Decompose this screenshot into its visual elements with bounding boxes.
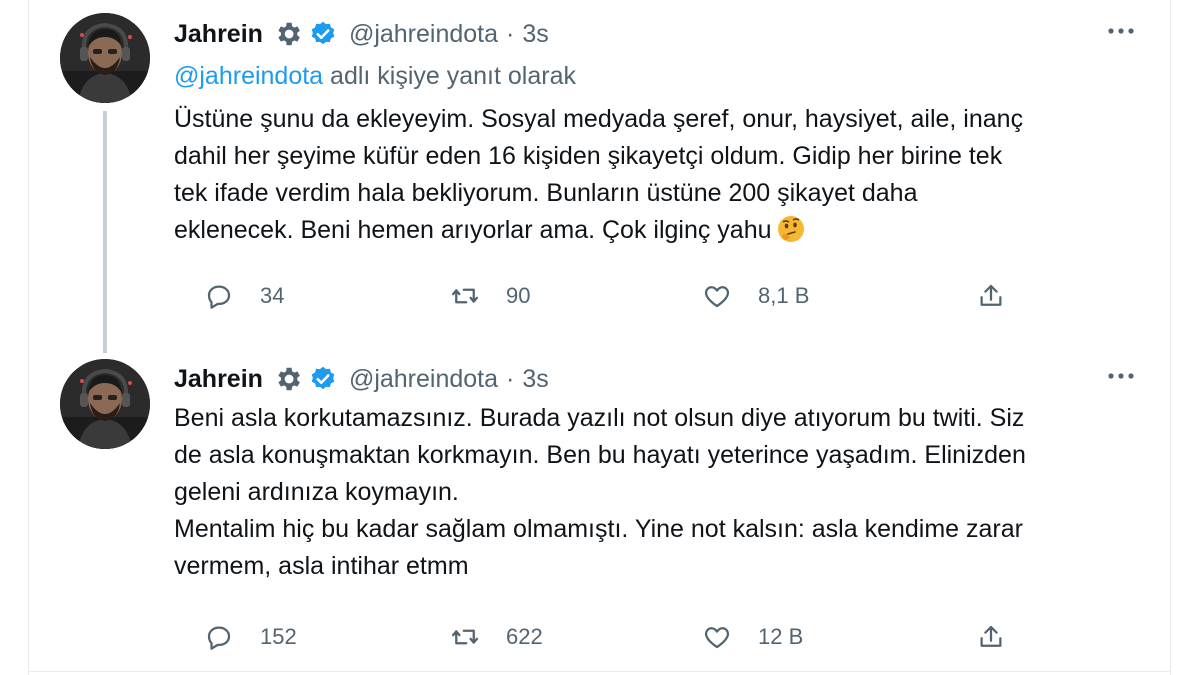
tweet[interactable]: Jahrein @jahreindota · 3s @jahreindota a…	[28, 0, 1170, 353]
reply-button[interactable]: 152	[204, 617, 297, 657]
share-button[interactable]	[976, 617, 1006, 657]
like-count: 12 B	[758, 624, 804, 649]
share-icon	[980, 284, 1002, 306]
author-handle[interactable]: @jahreindota	[349, 365, 498, 394]
tweet-header: Jahrein @jahreindota · 3s	[174, 16, 549, 52]
reply-context: @jahreindota adlı kişiye yanıt olarak	[174, 62, 576, 91]
like-count: 8,1 B	[758, 283, 810, 308]
tweet-actions: 34 90 8,1 B	[176, 276, 1076, 316]
timestamp[interactable]: 3s	[522, 20, 548, 49]
reply-count: 34	[260, 283, 285, 308]
reply-count: 152	[260, 624, 297, 649]
thinking-face-emoji	[776, 214, 806, 244]
separator-dot: ·	[506, 364, 515, 393]
separator-dot: ·	[506, 19, 515, 48]
avatar[interactable]	[60, 13, 150, 103]
tweet-header: Jahrein @jahreindota · 3s	[174, 361, 549, 397]
gear-icon	[273, 19, 303, 49]
like-button[interactable]: 8,1 B	[702, 276, 809, 316]
tweet-text-content: Üstüne şunu da ekleyeyim. Sosyal medyada…	[174, 105, 1024, 244]
author-name[interactable]: Jahrein	[174, 365, 263, 394]
like-button[interactable]: 12 B	[702, 617, 803, 657]
share-icon	[980, 625, 1002, 647]
reply-button[interactable]: 34	[204, 276, 284, 316]
heart-icon	[704, 627, 730, 649]
reply-icon	[207, 626, 231, 650]
retweet-icon	[452, 288, 478, 304]
retweet-button[interactable]: 90	[450, 276, 530, 316]
thread-line	[103, 111, 107, 353]
gear-icon	[273, 364, 303, 394]
retweet-button[interactable]: 622	[450, 617, 543, 657]
reply-context-label: adlı kişiye yanıt olarak	[323, 62, 576, 90]
heart-icon	[704, 286, 730, 308]
author-handle[interactable]: @jahreindota	[349, 20, 498, 49]
retweet-count: 90	[506, 283, 531, 308]
retweet-icon	[452, 629, 478, 645]
more-options-icon[interactable]	[1106, 22, 1136, 40]
reply-mention-link[interactable]: @jahreindota	[174, 62, 323, 90]
timestamp[interactable]: 3s	[522, 365, 548, 394]
timeline-border-right	[1170, 0, 1171, 675]
tweet-actions: 152 622 12 B	[176, 617, 1076, 657]
verified-badge-icon	[309, 365, 337, 393]
author-name[interactable]: Jahrein	[174, 20, 263, 49]
retweet-count: 622	[506, 624, 543, 649]
reply-icon	[207, 285, 231, 309]
share-button[interactable]	[976, 276, 1006, 316]
tweet-text: Üstüne şunu da ekleyeyim. Sosyal medyada…	[174, 101, 1134, 249]
avatar[interactable]	[60, 359, 150, 449]
timeline-border-bottom	[28, 671, 1171, 672]
tweet[interactable]: Jahrein @jahreindota · 3s Beni asla kork…	[28, 345, 1170, 671]
tweet-text: Beni asla korkutamazsınız. Burada yazılı…	[174, 404, 1026, 580]
verified-badge-icon	[309, 20, 337, 48]
more-options-icon[interactable]	[1106, 367, 1136, 385]
